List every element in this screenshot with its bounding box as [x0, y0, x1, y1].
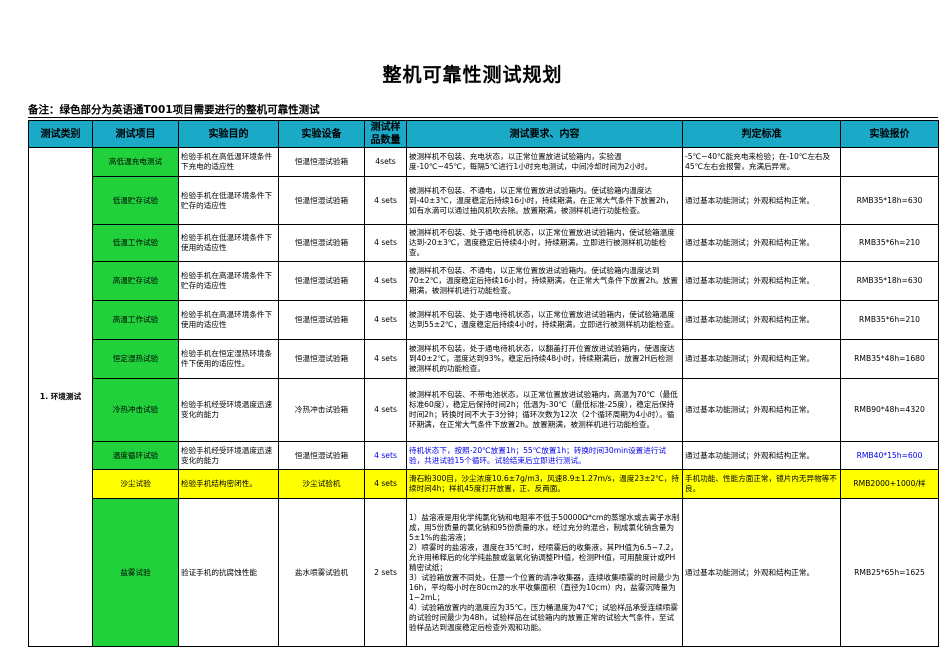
row-item: 盐雾试验 — [92, 498, 179, 648]
table-row: 恒定湿热试验 检验手机在恒定湿热环境条件下使用的适应性。 恒温恒湿试验箱 4 s… — [29, 339, 939, 380]
row-requirement: 被测样机不包装、处于通电待机状态，以正常位置放进试验箱内，使试验箱温度达到-20… — [406, 224, 683, 263]
note-text: 备注：绿色部分为英语通T001项目需要进行的整机可靠性测试 — [28, 104, 320, 116]
row-price: RMB35*18h=630 — [840, 176, 939, 226]
row-requirement: 被测样机不包装、不通电，以正常位置放进试验箱内。使试验箱内温度达到-40±3℃，… — [406, 176, 683, 226]
table-row: 高温贮存试验 检验手机在高温环境条件下贮存的适应性 恒温恒湿试验箱 4 sets… — [29, 261, 939, 302]
row-purpose: 检验手机在高温环境条件下贮存的适应性 — [178, 261, 279, 302]
row-requirement: 被测样机不包装、充电状态，以正常位置放进试验箱内，实验温度-10℃~45℃，每隔… — [406, 147, 683, 178]
row-qty: 4 sets — [364, 441, 407, 471]
category-cell: 1. 环境测试 — [28, 147, 93, 648]
row-purpose: 检验手机在高温环境条件下使用的适应性 — [178, 300, 279, 341]
row-purpose: 验证手机的抗腐蚀性能 — [178, 498, 279, 648]
row-qty: 2 sets — [364, 498, 407, 648]
page-title: 整机可靠性测试规划 — [382, 64, 563, 86]
row-qty: 4 sets — [364, 261, 407, 302]
table-row: 高温工作试验 检验手机在高温环境条件下使用的适应性 恒温恒湿试验箱 4 sets… — [29, 300, 939, 341]
row-price: RMB25*65h=1625 — [840, 498, 939, 648]
table-row: 1. 环境测试 高低温充电测试 检验手机在高低温环境条件下充电的适应性 恒温恒湿… — [28, 147, 939, 648]
row-qty: 4 sets — [364, 176, 407, 226]
table-row: 温度循环试验 检验手机经受环境温度迅速变化的能力 恒温恒湿试验箱 4 sets … — [29, 441, 939, 471]
row-equipment: 沙尘试验机 — [278, 469, 365, 500]
table-row: 低温贮存试验 检验手机在低温环境条件下贮存的适应性 恒温恒湿试验箱 4 sets… — [29, 176, 939, 226]
row-judgement: 通过基本功能测试；外观和结构正常。 — [682, 300, 841, 341]
row-qty: 4 sets — [364, 300, 407, 341]
test-plan-table: 测试类别 测试项目 实验目的 实验设备 测试样品数量 测试要求、内容 判定标准 … — [28, 119, 939, 648]
table-row: 冷热冲击试验 检验手机经受环境温度迅速变化的能力 冷热冲击试验箱 4 sets … — [29, 378, 939, 443]
row-item: 高温贮存试验 — [92, 261, 179, 302]
row-requirement: 被测样机不包装、处于通电待机状态，以正常位置放进试验箱内，使试验箱温度达到55±… — [406, 300, 683, 341]
row-item: 沙尘试验 — [92, 469, 179, 500]
row-requirement: 滑石粉300目，沙尘浓度10.6±7g/m3，风速8.9±1.27m/s，温度2… — [406, 469, 683, 500]
row-judgement: 通过基本功能测试；外观和结构正常。 — [682, 176, 841, 226]
row-item: 温度循环试验 — [92, 441, 179, 471]
row-qty: 4 sets — [364, 339, 407, 380]
header-row: 测试类别 测试项目 实验目的 实验设备 测试样品数量 测试要求、内容 判定标准 … — [28, 119, 939, 149]
header-qty: 测试样品数量 — [364, 119, 407, 149]
row-qty: 4 sets — [364, 378, 407, 443]
row-judgement: 手机功能、性能方面正常，镜片内无异物等不良。 — [682, 469, 841, 500]
row-equipment: 恒温恒湿试验箱 — [278, 147, 365, 178]
row-equipment: 恒温恒湿试验箱 — [278, 300, 365, 341]
row-price: RMB35*48h=1680 — [840, 339, 939, 380]
row-requirement: 被测样机不包装、不通电，以正常位置放进试验箱内。使试验箱内温度达到70±2℃，温… — [406, 261, 683, 302]
row-item: 低温贮存试验 — [92, 176, 179, 226]
row-qty: 4 sets — [364, 469, 407, 500]
table-row: 盐雾试验 验证手机的抗腐蚀性能 盐水喷雾试验机 2 sets 1）盐溶液是用化学… — [29, 498, 939, 648]
row-judgement: 通过基本功能测试；外观和结构正常。 — [682, 378, 841, 443]
header-equipment: 实验设备 — [278, 119, 365, 149]
row-purpose: 检验手机在低温环境条件下使用的适应性 — [178, 224, 279, 263]
row-equipment: 恒温恒湿试验箱 — [278, 261, 365, 302]
row-price — [840, 147, 939, 178]
row-requirement: 被测样机不包装，处于通电待机状态，以翻盖打开位置放进试验箱内，使温度达到40±2… — [406, 339, 683, 380]
row-qty: 4 sets — [364, 224, 407, 263]
row-purpose: 检验手机在高低温环境条件下充电的适应性 — [178, 147, 279, 178]
row-purpose: 检验手机经受环境温度迅速变化的能力 — [178, 441, 279, 471]
row-price: RMB40*15h=600 — [840, 441, 939, 471]
row-purpose: 检验手机在恒定湿热环境条件下使用的适应性。 — [178, 339, 279, 380]
row-judgement: 通过基本功能测试；外观和结构正常。 — [682, 261, 841, 302]
header-judgement: 判定标准 — [682, 119, 841, 149]
header-purpose: 实验目的 — [178, 119, 279, 149]
row-judgement: 通过基本功能测试；外观和结构正常。 — [682, 441, 841, 471]
row-price: RMB2000+1000/样 — [840, 469, 939, 500]
row-equipment: 恒温恒湿试验箱 — [278, 176, 365, 226]
header-item: 测试项目 — [92, 119, 179, 149]
row-item: 冷热冲击试验 — [92, 378, 179, 443]
row-item: 高温工作试验 — [92, 300, 179, 341]
row-requirement: 1）盐溶液是用化学纯氯化钠和电阻率不低于50000Ω*cm的蒸馏水或去离子水制成… — [406, 498, 683, 648]
row-price: RMB35*6h=210 — [840, 224, 939, 263]
header-requirement: 测试要求、内容 — [406, 119, 683, 149]
row-requirement: 被测样机不包装、不带电池状态，以正常位置放进试验箱内，高温为70℃（最低标准60… — [406, 378, 683, 443]
header-category: 测试类别 — [28, 119, 93, 149]
row-judgement: 通过基本功能测试；外观和结构正常。 — [682, 498, 841, 648]
table-row: 低温工作试验 检验手机在低温环境条件下使用的适应性 恒温恒湿试验箱 4 sets… — [29, 224, 939, 263]
row-equipment: 恒温恒湿试验箱 — [278, 441, 365, 471]
row-requirement: 待机状态下，按照-20℃放置1h；55℃放置1h；转换时间30min设置进行试验… — [406, 441, 683, 471]
row-item: 高低温充电测试 — [92, 147, 179, 178]
row-price: RMB35*18h=630 — [840, 261, 939, 302]
row-purpose: 检验手机结构密闭性。 — [178, 469, 279, 500]
row-item: 恒定湿热试验 — [92, 339, 179, 380]
table-row: 沙尘试验 检验手机结构密闭性。 沙尘试验机 4 sets 滑石粉300目，沙尘浓… — [29, 469, 939, 500]
row-equipment: 冷热冲击试验箱 — [278, 378, 365, 443]
row-price: RMB90*48h=4320 — [840, 378, 939, 443]
row-purpose: 检验手机经受环境温度迅速变化的能力 — [178, 378, 279, 443]
divider — [28, 117, 938, 118]
row-price: RMB35*6h=210 — [840, 300, 939, 341]
row-qty: 4sets — [364, 147, 407, 178]
row-equipment: 盐水喷雾试验机 — [278, 498, 365, 648]
row-judgement: -5℃~40℃能充电来检验；在-10℃左右及45℃左右会报警，充满后异常。 — [682, 147, 841, 178]
row-item: 低温工作试验 — [92, 224, 179, 263]
row-purpose: 检验手机在低温环境条件下贮存的适应性 — [178, 176, 279, 226]
row-judgement: 通过基本功能测试；外观和结构正常。 — [682, 339, 841, 380]
row-judgement: 通过基本功能测试；外观和结构正常。 — [682, 224, 841, 263]
row-equipment: 恒温恒湿试验箱 — [278, 224, 365, 263]
header-price: 实验报价 — [840, 119, 939, 149]
row-equipment: 恒温恒湿试验箱 — [278, 339, 365, 380]
